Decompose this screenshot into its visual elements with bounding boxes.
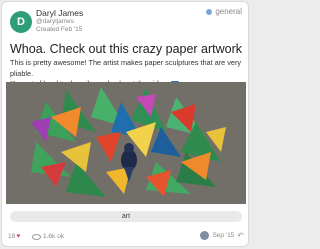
author-initial: D: [17, 16, 25, 28]
post-footer: 18 ♥ 1.6k ok Sep '15 ↶: [8, 231, 246, 245]
tag-art[interactable]: art: [10, 211, 242, 222]
author-avatar[interactable]: D: [10, 11, 32, 33]
category-dot-icon: [206, 8, 213, 15]
author-info: Daryl James @daryljames Created Feb '15: [36, 8, 83, 34]
last-activity[interactable]: Sep '15 ↶: [200, 231, 244, 240]
last-activity-date: Sep '15: [212, 232, 235, 239]
created-date: Created Feb '15: [36, 26, 83, 33]
paper-artwork-image: [6, 82, 246, 204]
likes-count[interactable]: 18 ♥: [8, 233, 20, 240]
post-title[interactable]: Whoa. Check out this crazy paper artwork: [10, 42, 242, 56]
author-name[interactable]: Daryl James: [36, 8, 83, 18]
eye-icon: [32, 233, 41, 240]
avatar: [200, 231, 210, 240]
category-badge[interactable]: general: [206, 7, 242, 16]
author-handle: @daryljames: [36, 18, 75, 25]
views-count: 1.6k ok: [32, 233, 64, 240]
post-image[interactable]: [6, 82, 246, 204]
reply-icon[interactable]: ↶: [237, 231, 244, 240]
heart-icon: ♥: [16, 233, 21, 240]
post-body-line: This is pretty awesome! The artist makes…: [10, 58, 242, 78]
topic-card: general D Daryl James @daryljames Create…: [1, 1, 249, 247]
category-label: general: [215, 7, 242, 16]
